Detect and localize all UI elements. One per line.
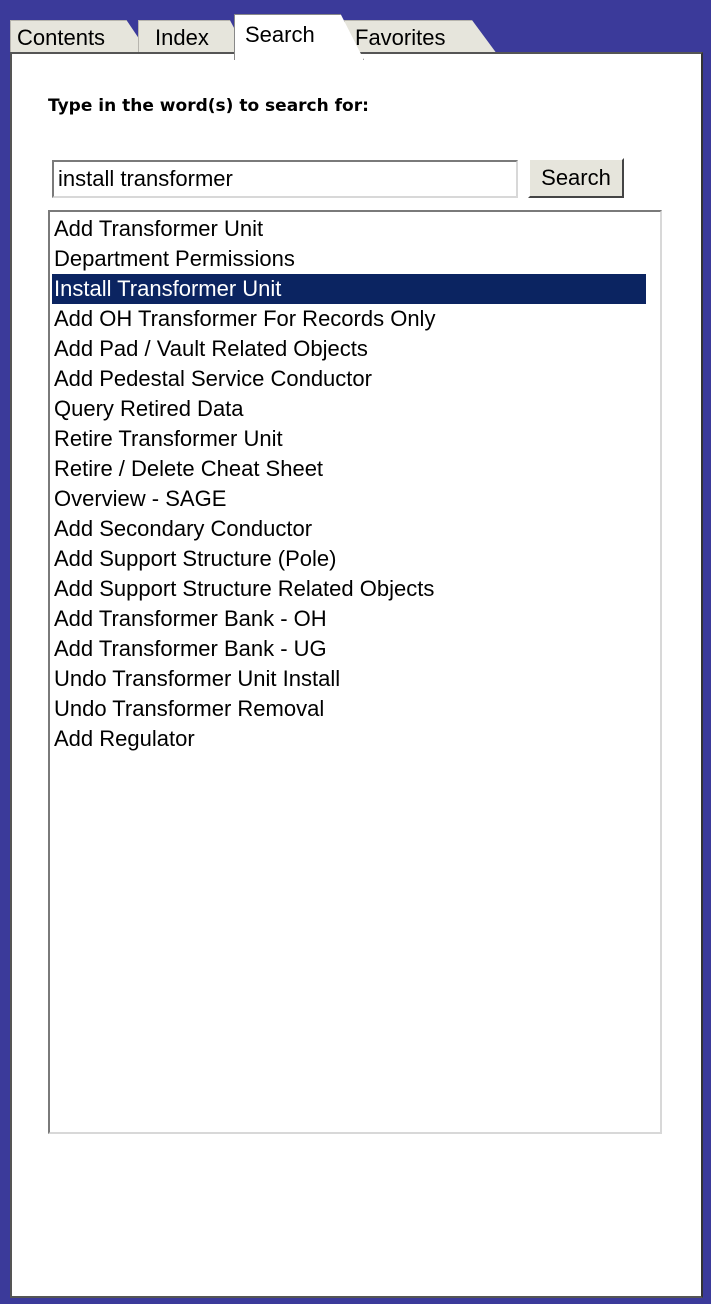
search-result-item[interactable]: Add Transformer Bank - OH: [52, 604, 646, 634]
search-result-item[interactable]: Query Retired Data: [52, 394, 646, 424]
search-result-item[interactable]: Add Support Structure Related Objects: [52, 574, 646, 604]
search-results-list[interactable]: Add Transformer Unit Department Permissio…: [48, 210, 662, 1134]
search-result-item[interactable]: Install Transformer Unit: [52, 274, 646, 304]
search-result-item[interactable]: Add Transformer Unit: [52, 214, 646, 244]
tab-search-label: Search: [245, 22, 315, 47]
search-result-item[interactable]: Add OH Transformer For Records Only: [52, 304, 646, 334]
search-result-item[interactable]: Add Secondary Conductor: [52, 514, 646, 544]
search-result-item[interactable]: Retire / Delete Cheat Sheet: [52, 454, 646, 484]
help-window-frame: Contents Index Search Favorites Type in …: [0, 0, 711, 1304]
search-result-item[interactable]: Department Permissions: [52, 244, 646, 274]
search-prompt: Type in the word(s) to search for:: [48, 96, 369, 116]
search-panel: Type in the word(s) to search for: Searc…: [10, 52, 703, 1298]
tab-strip: Contents Index Search Favorites: [10, 12, 710, 60]
search-button[interactable]: Search: [528, 158, 624, 198]
search-result-item[interactable]: Add Support Structure (Pole): [52, 544, 646, 574]
tab-contents-label: Contents: [17, 25, 106, 50]
search-result-item[interactable]: Add Regulator: [52, 724, 646, 754]
search-result-item[interactable]: Undo Transformer Removal: [52, 694, 646, 724]
search-result-item[interactable]: Overview - SAGE: [52, 484, 646, 514]
tab-index-label: Index: [155, 25, 209, 50]
search-result-item[interactable]: Add Transformer Bank - UG: [52, 634, 646, 664]
search-result-item[interactable]: Retire Transformer Unit: [52, 424, 646, 454]
search-result-item[interactable]: Add Pedestal Service Conductor: [52, 364, 646, 394]
search-result-item[interactable]: Add Pad / Vault Related Objects: [52, 334, 646, 364]
search-result-item[interactable]: Undo Transformer Unit Install: [52, 664, 646, 694]
search-input[interactable]: [52, 160, 518, 198]
tab-favorites-label: Favorites: [355, 25, 446, 50]
